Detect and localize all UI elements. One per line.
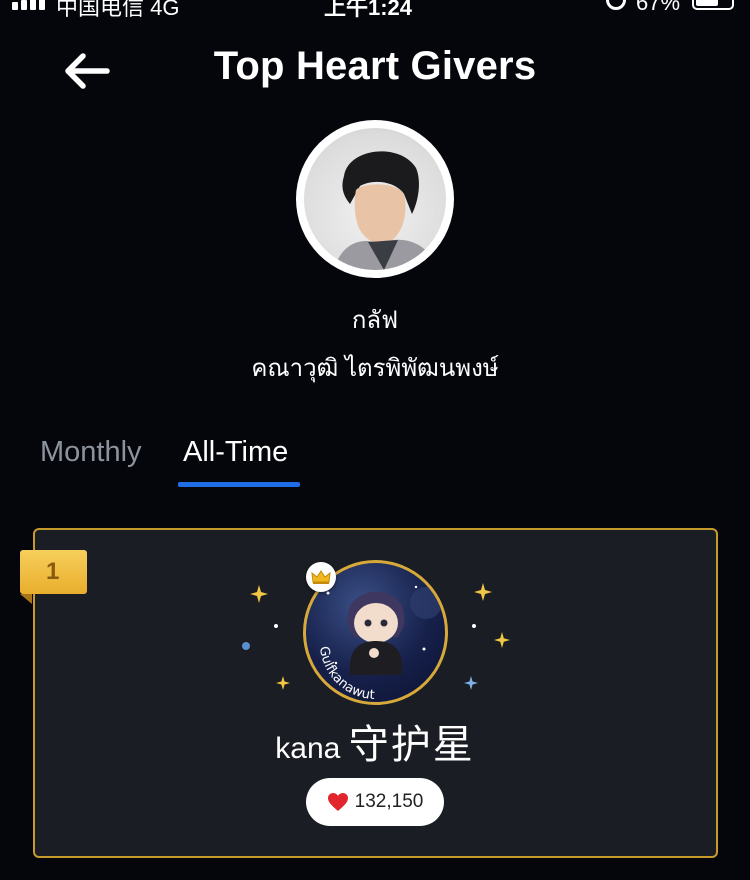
sparkle-icon (474, 583, 492, 601)
active-tab-indicator (178, 482, 300, 487)
carrier-label: 中国电信 4G (56, 0, 180, 20)
heart-icon (327, 793, 348, 811)
status-time: 上午1:24 (324, 0, 413, 20)
giver-name: kana 守护星 (0, 712, 750, 770)
tab-monthly[interactable]: Monthly (40, 436, 142, 469)
battery-icon (692, 0, 734, 10)
dot-decoration (242, 642, 250, 650)
giver-name-cjk: 守护星 (348, 723, 475, 767)
giver-name-latin: kana (275, 732, 341, 765)
profile-avatar[interactable] (296, 120, 454, 278)
svg-text:Gulfkanawut: Gulfkanawut (316, 645, 375, 702)
sparkle-icon (494, 632, 510, 648)
dot-decoration (274, 624, 278, 628)
orientation-lock-icon (606, 0, 626, 10)
crown-icon (311, 570, 331, 584)
battery-percentage: 67% (636, 0, 681, 15)
sparkle-icon (276, 676, 290, 690)
page-title: Top Heart Givers (213, 44, 537, 88)
crown-badge (306, 562, 336, 592)
rank-badge: 1 (20, 550, 87, 594)
profile-full-name: คณาวุฒิ ไตรพิพัฒนพงษ์ (251, 355, 499, 382)
signal-icon (12, 0, 45, 10)
sparkle-icon (250, 585, 268, 603)
profile-nickname: กลัฟ (351, 307, 399, 334)
rank-badge-fold (20, 594, 32, 604)
sparkle-icon (464, 676, 478, 690)
tab-all-time[interactable]: All-Time (183, 436, 288, 469)
status-bar: 中国电信 4G 上午1:24 67% (0, 0, 750, 20)
heart-count: 132,150 (354, 791, 424, 812)
heart-count-pill: 132,150 (306, 778, 444, 826)
dot-decoration (472, 624, 476, 628)
profile-photo (334, 151, 438, 270)
